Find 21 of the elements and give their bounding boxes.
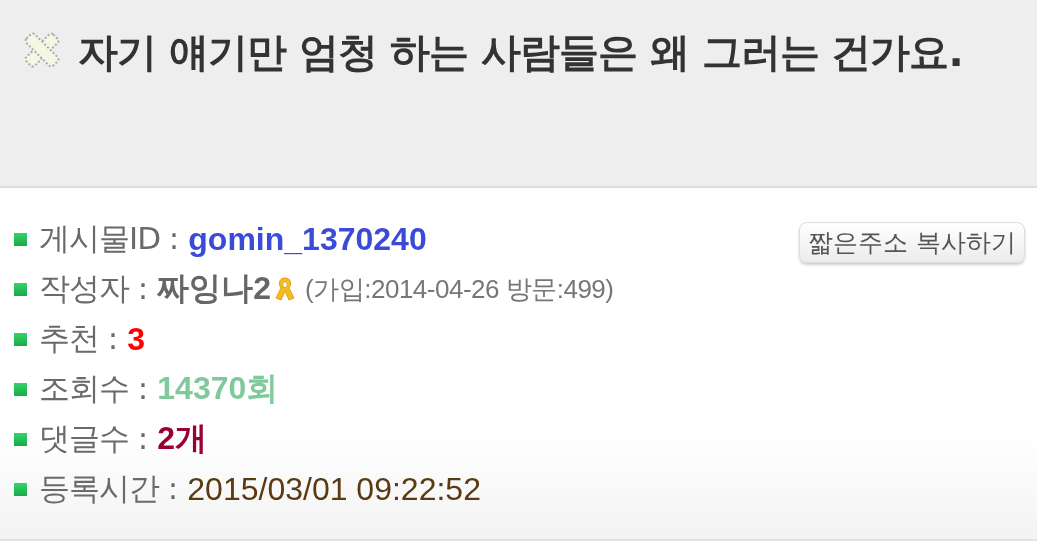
bullet-icon [14,382,27,396]
field-label: 등록시간 : [39,469,178,508]
field-value: 2개 [157,419,208,458]
field-label: 게시물ID : [39,219,179,258]
field-label: 작성자 : [39,269,148,308]
field-value: 3 [127,320,146,358]
field-label: 조회수 : [39,369,148,408]
copy-short-url-button[interactable]: 짧은주소 복사하기 [799,222,1025,263]
bullet-icon [14,432,27,446]
field-value: 2015/03/01 09:22:52 [187,470,481,508]
field-label: 추천 : [39,319,118,358]
field-value: 짜잉나2 [157,269,272,308]
bullet-icon [14,482,27,496]
member-info: (가입:2014-04-26 방문:499) [305,272,614,306]
post-title: 자기 얘기만 엄청 하는 사람들은 왜 그러는 건가요. [22,18,1017,86]
field-value: gomin_1370240 [188,220,427,258]
bullet-icon [14,282,27,296]
bullet-icon [14,232,27,246]
field-value: 14370회 [157,369,279,408]
field-label: 댓글수 : [39,419,148,458]
bullet-icon [14,332,27,346]
